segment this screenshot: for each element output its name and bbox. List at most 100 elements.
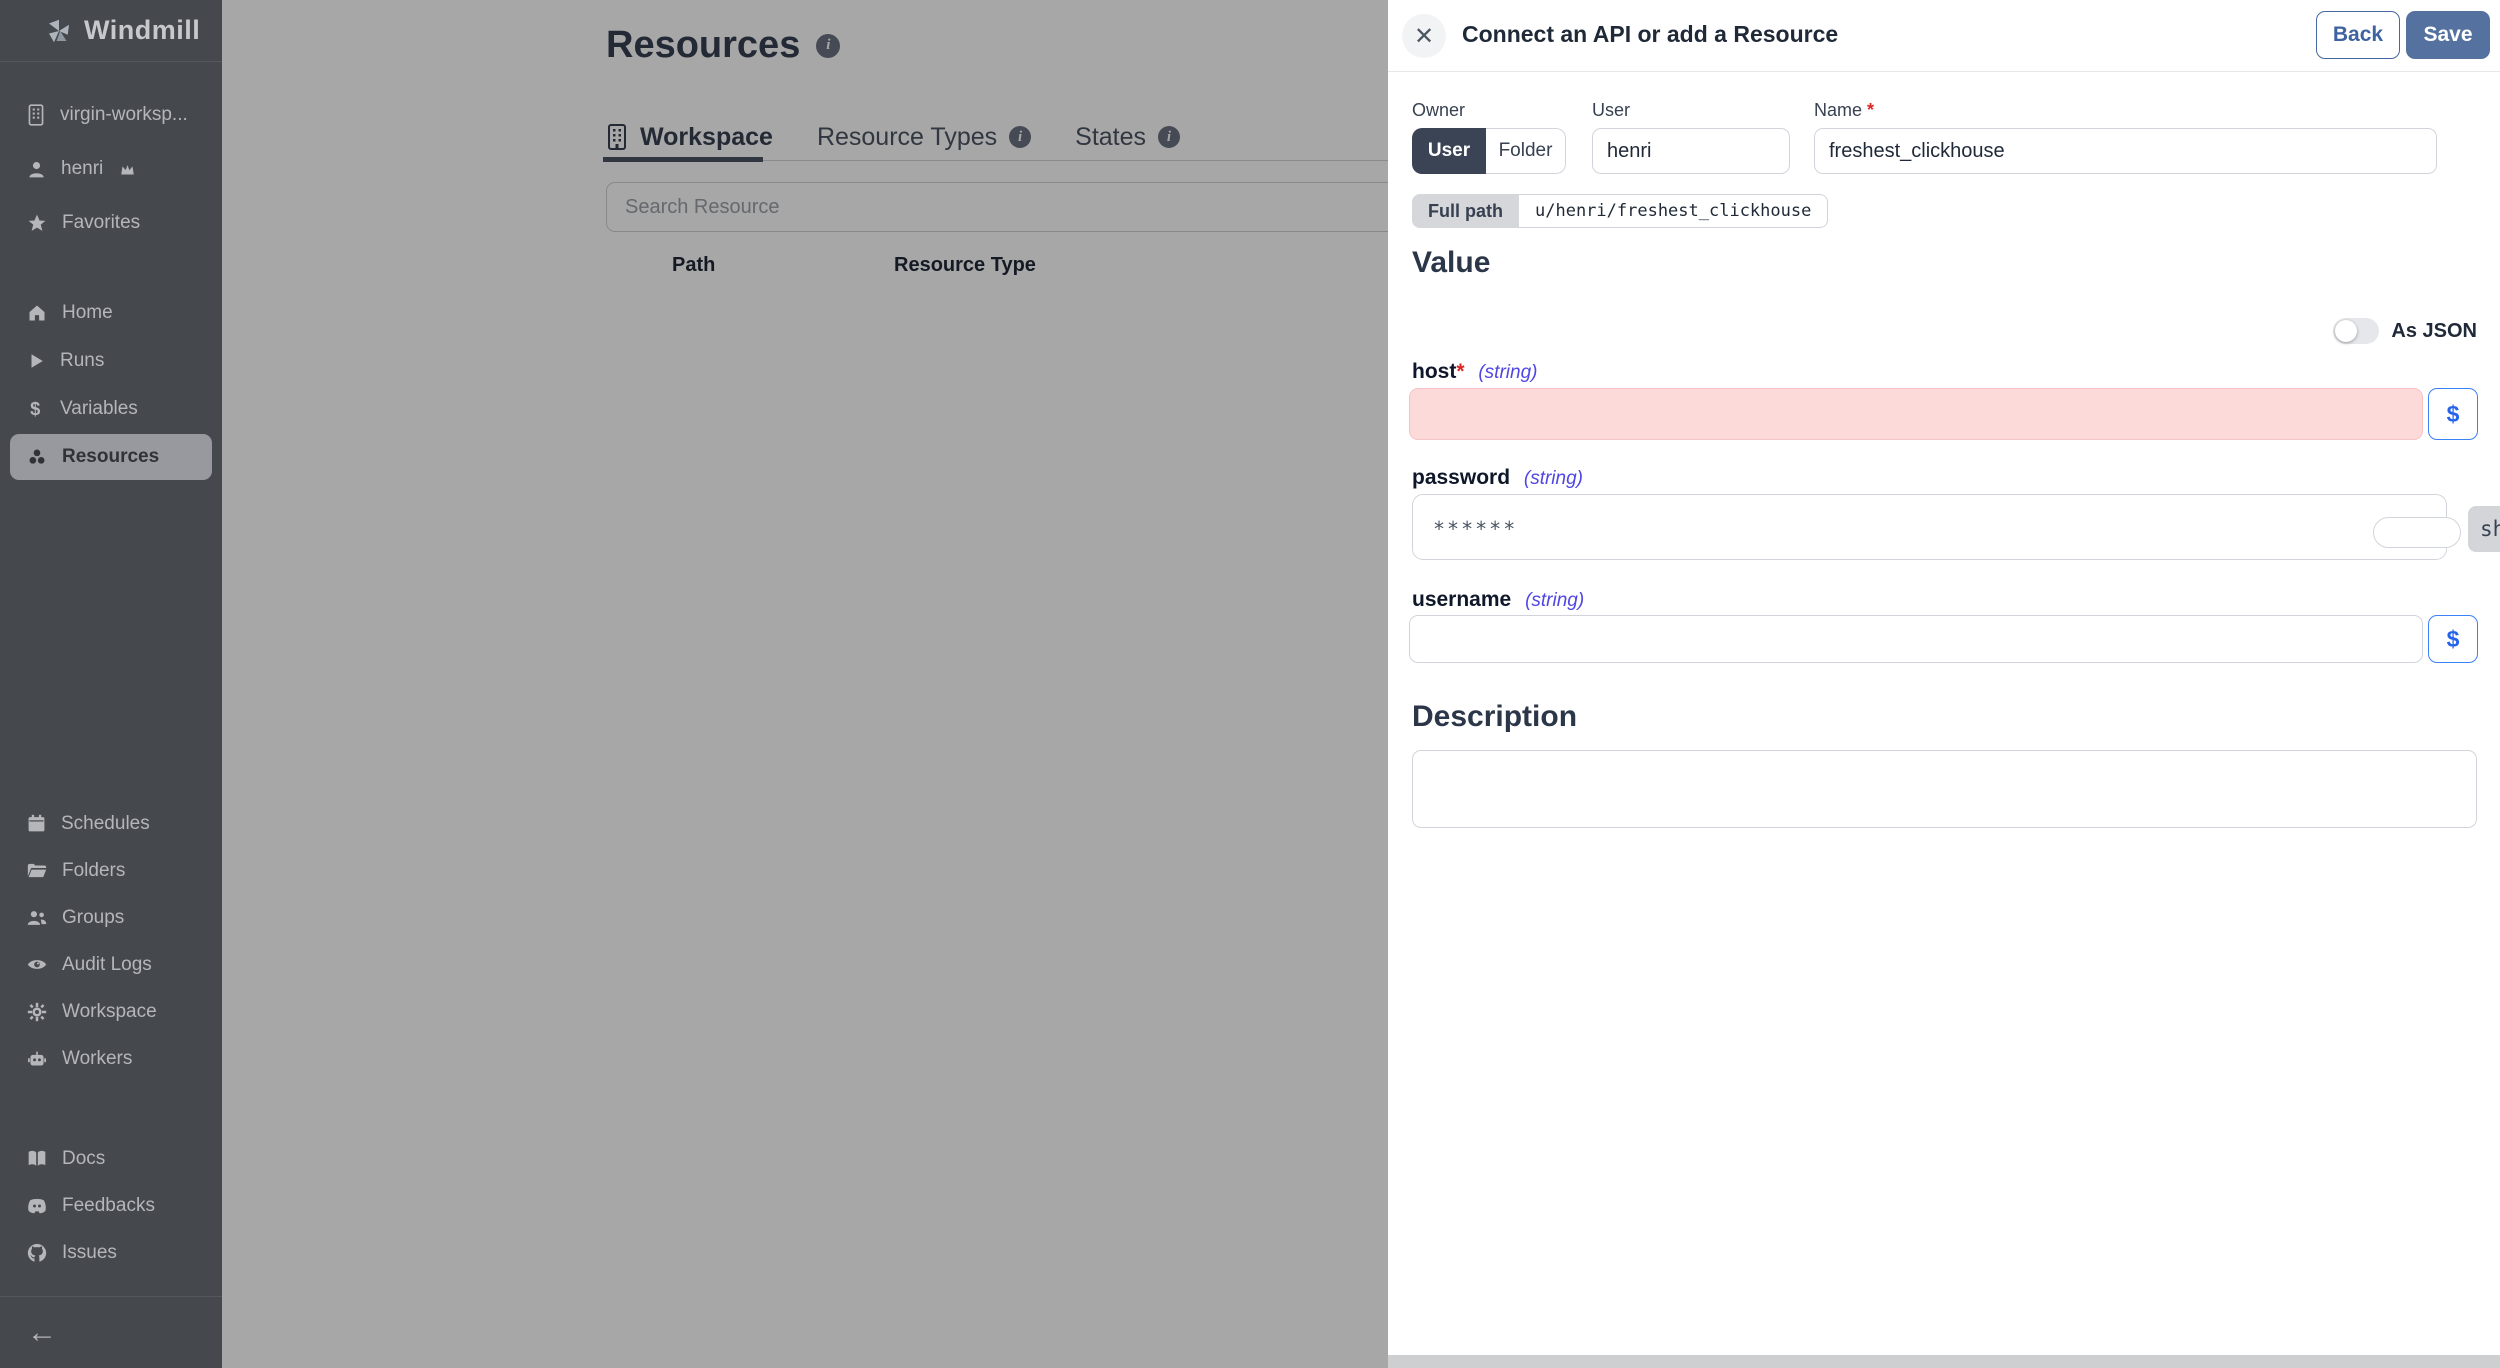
menu-label: Home xyxy=(62,302,113,323)
menu-label: Audit Logs xyxy=(62,953,152,975)
workspace-name: virgin-worksp... xyxy=(60,104,188,125)
app-logo[interactable]: Windmill xyxy=(0,0,222,62)
field-type: (string) xyxy=(1525,590,1585,611)
sidebar-item-resources[interactable]: Resources xyxy=(10,434,212,480)
user-label: User xyxy=(1592,100,1631,120)
required-asterisk: * xyxy=(1867,100,1875,120)
horizontal-scrollbar[interactable] xyxy=(1388,1355,2500,1368)
screen: Resources i Workspace Resource Types i S… xyxy=(0,0,2500,1368)
close-icon[interactable]: ✕ xyxy=(1402,14,1446,58)
discord-icon xyxy=(28,1198,46,1213)
as-json-row: As JSON xyxy=(2333,318,2477,344)
sidebar-item-user[interactable]: henri xyxy=(0,142,222,196)
sidebar-item-schedules[interactable]: Schedules xyxy=(0,800,222,847)
insert-variable-button[interactable]: $ xyxy=(2428,388,2478,440)
menu-label: Docs xyxy=(62,1147,106,1169)
menu-label: Variables xyxy=(60,398,138,419)
gear-icon xyxy=(27,1002,47,1021)
as-json-toggle[interactable] xyxy=(2333,318,2380,344)
robot-icon xyxy=(28,1051,46,1066)
drawer-title: Connect an API or add a Resource xyxy=(1462,21,1839,47)
sidebar-item-runs[interactable]: Runs xyxy=(0,338,222,384)
host-field-label: host* (string) xyxy=(1412,360,1538,383)
owner-type-toggle: User Folder xyxy=(1412,128,1566,174)
eye-icon xyxy=(27,960,47,969)
menu-label: Feedbacks xyxy=(62,1194,155,1216)
description-textarea[interactable] xyxy=(1412,750,2477,828)
description-heading: Description xyxy=(1412,700,1578,733)
sidebar-item-issues[interactable]: Issues xyxy=(0,1229,222,1276)
resource-drawer: ✕ Connect an API or add a Resource Back … xyxy=(1388,0,2500,1368)
sidebar-footer-menu: Docs Feedbacks Issues xyxy=(0,1135,222,1276)
password-field-label: password (string) xyxy=(1412,466,1583,489)
as-json-label: As JSON xyxy=(2391,319,2477,342)
users-icon xyxy=(27,910,47,925)
sidebar-item-folders[interactable]: Folders xyxy=(0,847,222,894)
sidebar-collapse-button[interactable]: ← xyxy=(0,1296,222,1368)
username-input[interactable] xyxy=(1409,615,2423,663)
favorites-label: Favorites xyxy=(62,212,141,233)
full-path-label: Full path xyxy=(1412,194,1519,228)
boxes-icon xyxy=(29,449,45,464)
menu-label: Schedules xyxy=(61,812,150,834)
play-icon xyxy=(31,354,43,368)
book-icon xyxy=(28,1150,46,1166)
menu-label: Groups xyxy=(62,906,125,928)
calendar-icon xyxy=(28,814,45,832)
left-arrow-icon: ← xyxy=(27,1315,57,1349)
menu-label: Resources xyxy=(62,446,160,467)
windmill-logo-icon xyxy=(49,19,69,42)
owner-user-option[interactable]: User xyxy=(1412,128,1486,174)
svg-text:$: $ xyxy=(30,399,40,419)
field-type: (string) xyxy=(1523,468,1583,489)
app-brand-name: Windmill xyxy=(84,15,201,45)
toggle-knob xyxy=(2335,320,2358,342)
menu-label: Workspace xyxy=(62,1000,157,1022)
sidebar-item-favorites[interactable]: Favorites xyxy=(0,196,222,250)
owner-label: Owner xyxy=(1412,100,1466,120)
host-input[interactable] xyxy=(1409,388,2423,440)
password-inline-input[interactable] xyxy=(2373,517,2461,548)
user-name: henri xyxy=(61,158,104,179)
menu-label: Runs xyxy=(60,350,105,371)
sidebar-context-group: virgin-worksp... henri Favorites xyxy=(0,88,222,250)
sidebar-item-home[interactable]: Home xyxy=(0,290,222,336)
sidebar-item-groups[interactable]: Groups xyxy=(0,894,222,941)
home-icon xyxy=(29,305,45,321)
crown-icon xyxy=(121,164,134,174)
back-button[interactable]: Back xyxy=(2316,11,2400,59)
required-asterisk: * xyxy=(1456,360,1465,383)
sidebar-item-audit-logs[interactable]: Audit Logs xyxy=(0,941,222,988)
owner-folder-option[interactable]: Folder xyxy=(1486,128,1566,174)
drawer-header: ✕ Connect an API or add a Resource Back … xyxy=(1388,0,2500,72)
sidebar-main-menu: Home Runs $ Variables Resources xyxy=(0,288,222,482)
resource-name-input[interactable] xyxy=(1814,128,2437,174)
insert-variable-button[interactable]: $ xyxy=(2428,615,2478,663)
save-button[interactable]: Save xyxy=(2406,11,2490,59)
menu-label: Folders xyxy=(62,859,126,881)
sidebar-item-workspace-settings[interactable]: Workspace xyxy=(0,988,222,1035)
username-field-label: username (string) xyxy=(1412,588,1585,611)
sidebar-item-feedbacks[interactable]: Feedbacks xyxy=(0,1182,222,1229)
sidebar-item-variables[interactable]: $ Variables xyxy=(0,386,222,432)
sidebar-admin-menu: Schedules Folders Groups Audit Logs Work… xyxy=(0,800,222,1082)
full-path-row: Full path u/henri/freshest_clickhouse xyxy=(1412,194,1829,228)
sidebar-item-workers[interactable]: Workers xyxy=(0,1035,222,1082)
github-icon xyxy=(27,1243,47,1262)
sidebar-item-workspace-switcher[interactable]: virgin-worksp... xyxy=(0,88,222,142)
sidebar: Windmill virgin-worksp... henri Favorite… xyxy=(0,0,222,1368)
star-icon xyxy=(28,214,46,231)
menu-label: Workers xyxy=(62,1047,133,1069)
show-password-button[interactable]: sh xyxy=(2468,506,2500,552)
password-masked-value: ****** xyxy=(1433,517,1518,541)
dollar-icon: $ xyxy=(30,399,40,419)
owner-user-input[interactable] xyxy=(1592,128,1790,174)
building-icon xyxy=(28,104,44,126)
name-label: Name * xyxy=(1814,100,1875,120)
password-input[interactable]: ****** xyxy=(1412,494,2447,560)
field-type: (string) xyxy=(1478,362,1538,383)
full-path-value: u/henri/freshest_clickhouse xyxy=(1519,194,1829,228)
menu-label: Issues xyxy=(62,1241,117,1263)
value-section-heading: Value xyxy=(1412,246,1491,279)
sidebar-item-docs[interactable]: Docs xyxy=(0,1135,222,1182)
